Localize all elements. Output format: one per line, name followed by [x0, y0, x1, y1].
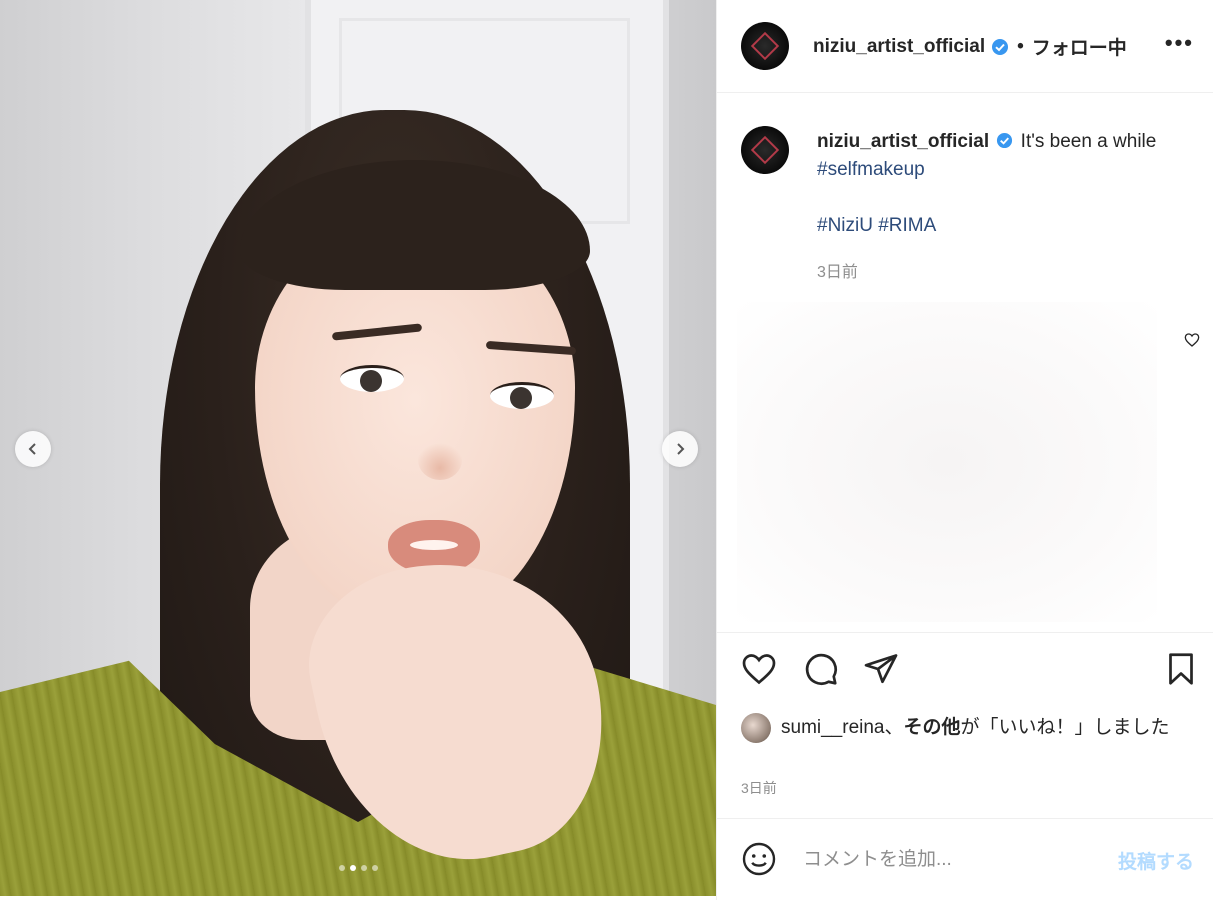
caption-timestamp: 3日前 [817, 264, 858, 281]
emoji-icon[interactable] [741, 841, 777, 877]
more-options-icon[interactable]: ••• [1165, 30, 1194, 56]
header-separator: • [1017, 35, 1024, 57]
post-caption: niziu_artist_official It's been a while … [717, 92, 1213, 632]
post-comment-button[interactable]: 投稿する [1118, 847, 1194, 874]
liker-avatar[interactable] [741, 713, 771, 743]
blurred-comments [737, 302, 1157, 622]
post-actions: sumi__reina、その他が「いいね！」しました 3日前 [717, 632, 1213, 813]
post-timestamp: 3日前 [741, 780, 777, 796]
likes-others-link[interactable]: その他 [904, 717, 961, 738]
post-photo [0, 0, 716, 896]
bookmark-icon[interactable] [1163, 651, 1199, 687]
caption-text: It's been a while [1020, 131, 1157, 152]
post-header: niziu_artist_official • フォロー中 ••• [717, 0, 1213, 93]
caption-username[interactable]: niziu_artist_official [817, 131, 989, 152]
comment-bar: 投稿する [717, 818, 1213, 901]
instagram-post: niziu_artist_official • フォロー中 ••• niziu_… [0, 0, 1213, 900]
carousel-prev-button[interactable] [15, 431, 51, 467]
comment-input[interactable] [801, 841, 1095, 879]
carousel-dot [338, 865, 345, 871]
heart-icon[interactable] [1184, 332, 1200, 348]
header-username[interactable]: niziu_artist_official [813, 36, 985, 58]
hashtag-selfmakeup[interactable]: #selfmakeup [817, 159, 925, 180]
avatar[interactable] [741, 22, 789, 70]
carousel-dot [371, 865, 378, 871]
hashtag-niziu[interactable]: #NiziU [817, 215, 873, 236]
carousel-dot [349, 865, 356, 871]
carousel-dot [360, 865, 367, 871]
carousel-indicator [0, 865, 716, 871]
share-send-icon[interactable] [863, 651, 899, 687]
following-button[interactable]: フォロー中 [1032, 33, 1127, 60]
verified-badge-icon [997, 132, 1013, 149]
liker-username[interactable]: sumi__reina [781, 717, 885, 738]
post-sidebar: niziu_artist_official • フォロー中 ••• niziu_… [716, 0, 1213, 900]
like-heart-icon[interactable] [741, 651, 777, 687]
comment-bubble-icon[interactable] [803, 651, 839, 687]
likes-summary: sumi__reina、その他が「いいね！」しました [741, 713, 1201, 743]
carousel-next-button[interactable] [662, 431, 698, 467]
verified-badge-icon [992, 38, 1009, 55]
chevron-left-icon [28, 443, 36, 455]
avatar[interactable] [741, 126, 789, 174]
chevron-right-icon [677, 443, 685, 455]
likes-suffix: が「いいね！」しました [960, 717, 1170, 739]
hashtag-rima[interactable]: #RIMA [878, 215, 936, 236]
